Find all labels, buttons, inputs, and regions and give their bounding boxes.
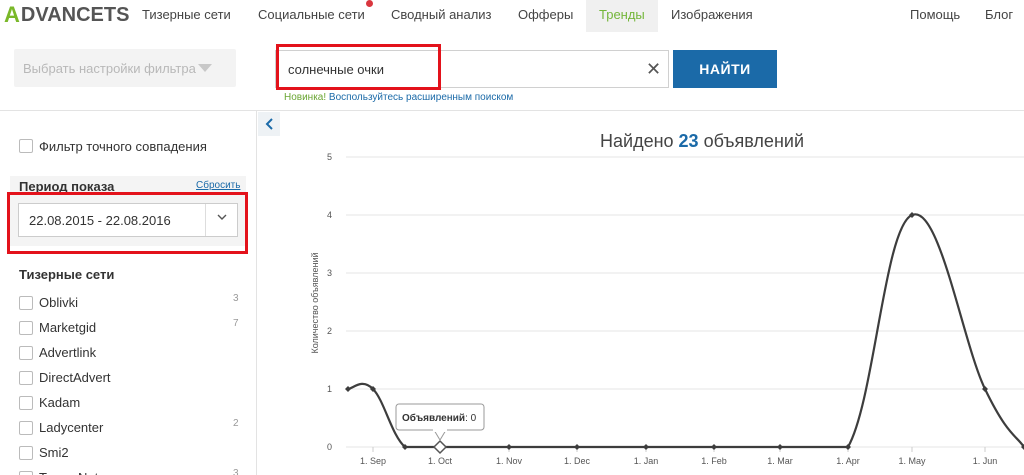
logo-text: DVANCETS bbox=[20, 3, 130, 26]
network-label: Kadam bbox=[39, 395, 81, 410]
nav-blog[interactable]: Блог bbox=[985, 7, 1013, 22]
nav-item-5[interactable]: Изображения bbox=[671, 7, 753, 22]
search-button[interactable]: НАЙТИ bbox=[673, 50, 777, 88]
network-count: 2 bbox=[233, 418, 239, 429]
exact-match-label: Фильтр точного совпадения bbox=[39, 139, 207, 154]
network-label: Ladycenter bbox=[39, 420, 104, 435]
period-value: 22.08.2015 - 22.08.2016 bbox=[29, 213, 171, 228]
x-tick-label: 1. Mar bbox=[767, 456, 793, 466]
trend-chart: 0 1 2 3 4 5 Количество объявлений 1. Sep 1. Oct 1… bbox=[310, 152, 1024, 466]
nav-item-2[interactable]: Сводный анализ bbox=[391, 7, 492, 22]
y-tick-label: 1 bbox=[327, 384, 332, 394]
search-input[interactable] bbox=[288, 51, 628, 87]
notification-dot bbox=[366, 0, 373, 7]
tooltip-pointer-mask bbox=[433, 428, 447, 432]
data-point bbox=[345, 386, 351, 392]
advanced-search-link[interactable]: Воспользуйтесь расширенным поиском bbox=[326, 92, 513, 103]
reset-link[interactable]: Сбросить bbox=[196, 180, 240, 191]
y-tick-label: 2 bbox=[327, 326, 332, 336]
nav-item-0[interactable]: Тизерные сети bbox=[142, 7, 231, 22]
select-separator bbox=[205, 204, 206, 236]
x-tick-label: 1. Oct bbox=[428, 456, 453, 466]
data-point bbox=[506, 444, 512, 450]
tooltip-text: Объявлений: 0 bbox=[402, 412, 477, 424]
search-box: ✕ bbox=[275, 50, 669, 88]
top-nav: A DVANCETS Тизерные сети Социальные сети С… bbox=[0, 0, 1024, 32]
network-checkbox[interactable] bbox=[19, 296, 33, 310]
network-checkbox[interactable] bbox=[19, 421, 33, 435]
x-tick-label: 1. Apr bbox=[836, 456, 860, 466]
new-badge: Новинка! bbox=[284, 92, 327, 103]
data-point bbox=[711, 444, 717, 450]
period-select[interactable]: 22.08.2015 - 22.08.2016 bbox=[18, 203, 238, 237]
data-point bbox=[574, 444, 580, 450]
network-label: DirectAdvert bbox=[39, 370, 111, 385]
chevron-left-icon bbox=[265, 118, 273, 130]
advanced-search-hint: Новинка! Воспользуйтесь расширенным поис… bbox=[284, 92, 513, 103]
network-checkbox[interactable] bbox=[19, 396, 33, 410]
data-point bbox=[643, 444, 649, 450]
y-tick-label: 4 bbox=[327, 210, 332, 220]
teaser-networks-title: Тизерные сети bbox=[19, 267, 115, 282]
x-tick-label: 1. Jan bbox=[634, 456, 659, 466]
period-title: Период показа bbox=[19, 179, 115, 194]
nav-item-3[interactable]: Офферы bbox=[518, 7, 573, 22]
nav-item-4[interactable]: Тренды bbox=[586, 0, 658, 32]
clear-icon[interactable]: ✕ bbox=[646, 59, 661, 80]
x-tick-label: 1. May bbox=[898, 456, 926, 466]
logo[interactable]: A DVANCETS bbox=[4, 2, 129, 28]
x-tick-label: 1. Dec bbox=[564, 456, 591, 466]
collapse-sidebar-button[interactable] bbox=[258, 112, 280, 136]
exact-match-checkbox[interactable] bbox=[19, 139, 33, 153]
x-tick-label: 1. Feb bbox=[701, 456, 727, 466]
y-axis-label: Количество объявлений bbox=[310, 252, 320, 353]
y-tick-label: 5 bbox=[327, 152, 332, 162]
network-checkbox[interactable] bbox=[19, 446, 33, 460]
x-tick-label: 1. Jun bbox=[973, 456, 998, 466]
filter-settings-label: Выбрать настройки фильтра bbox=[23, 60, 196, 76]
filter-settings-button[interactable]: Выбрать настройки фильтра bbox=[14, 49, 236, 87]
network-label: TeaserNet bbox=[39, 470, 98, 475]
y-tick-label: 3 bbox=[327, 268, 332, 278]
network-checkbox[interactable] bbox=[19, 371, 33, 385]
header-divider bbox=[0, 110, 1024, 111]
data-point bbox=[777, 444, 783, 450]
network-checkbox[interactable] bbox=[19, 321, 33, 335]
logo-mark: A bbox=[4, 2, 20, 27]
hovered-point bbox=[432, 439, 448, 455]
y-tick-label: 0 bbox=[327, 442, 332, 452]
network-checkbox[interactable] bbox=[19, 346, 33, 360]
sidebar-divider bbox=[256, 111, 257, 475]
chevron-down-icon bbox=[216, 211, 228, 226]
network-count: 3 bbox=[233, 293, 239, 304]
network-checkbox[interactable] bbox=[19, 471, 33, 475]
triangle-down-icon bbox=[197, 64, 212, 72]
network-label: Oblivki bbox=[39, 295, 79, 310]
nav-item-1[interactable]: Социальные сети bbox=[258, 7, 365, 22]
network-label: Advertlink bbox=[39, 345, 97, 360]
nav-help[interactable]: Помощь bbox=[910, 7, 960, 22]
network-count: 7 bbox=[233, 318, 239, 329]
network-count: 3 bbox=[233, 468, 239, 475]
network-label: Marketgid bbox=[39, 320, 97, 335]
network-label: Smi2 bbox=[39, 445, 69, 460]
x-tick-label: 1. Nov bbox=[496, 456, 523, 466]
x-tick-label: 1. Sep bbox=[360, 456, 386, 466]
